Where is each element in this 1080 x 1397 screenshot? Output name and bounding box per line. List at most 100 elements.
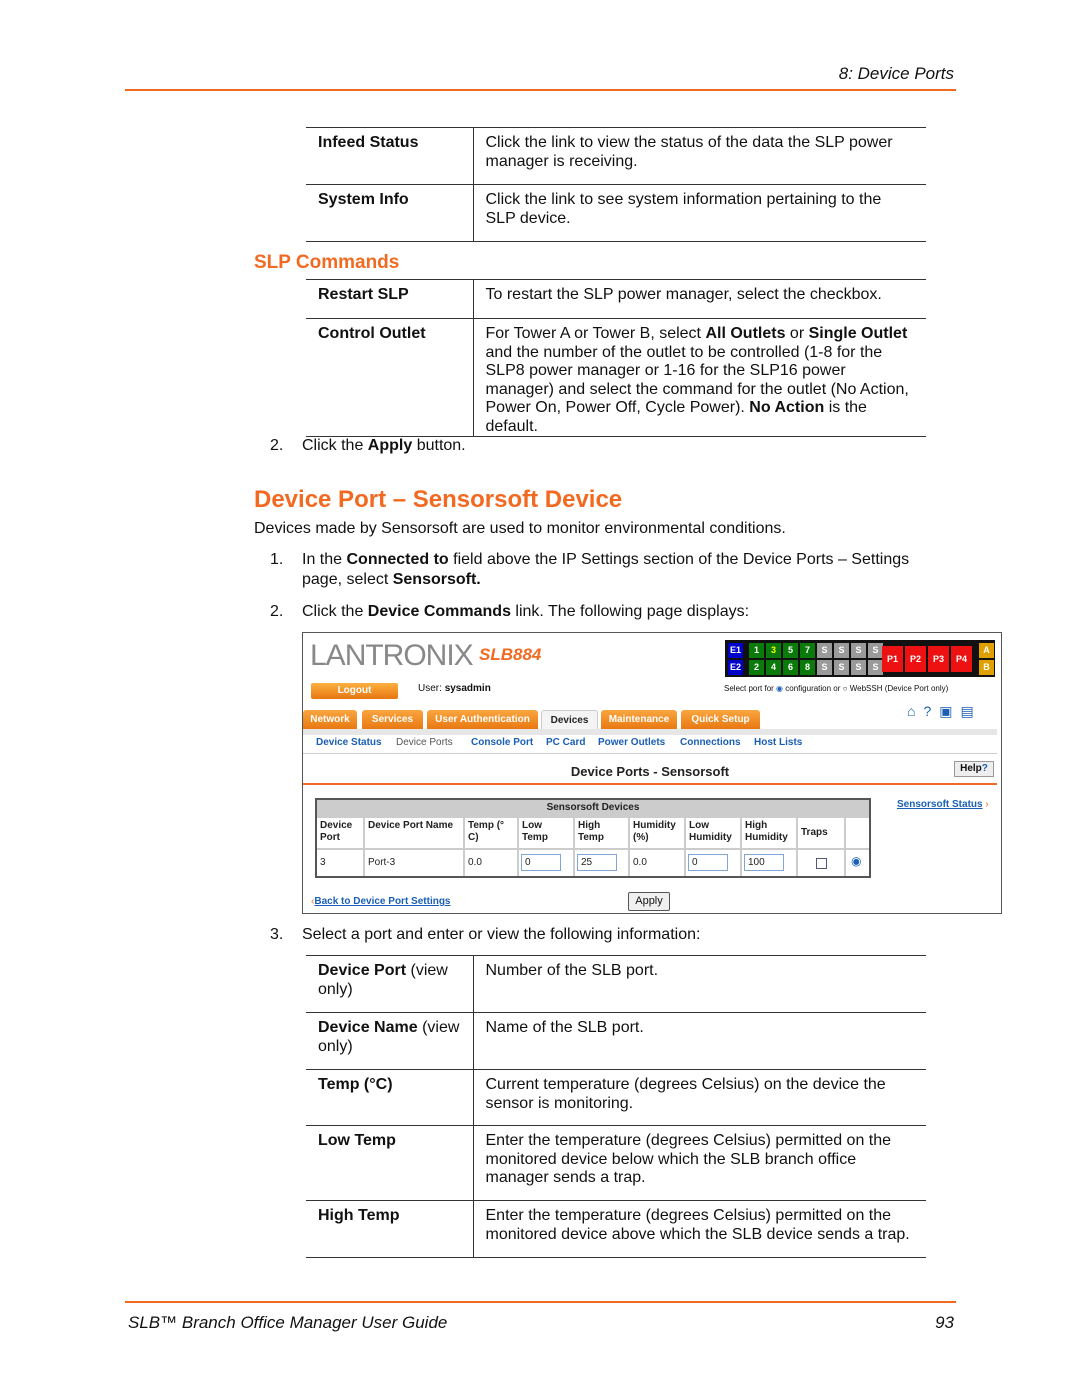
- low-humidity-input[interactable]: 0: [688, 854, 728, 871]
- back-link[interactable]: ‹Back to Device Port Settings: [311, 896, 451, 907]
- cell-low-humidity: 0: [686, 850, 740, 876]
- desc: Enter the temperature (degrees Celsius) …: [473, 1125, 926, 1201]
- port-s-indicator[interactable]: S: [851, 643, 866, 658]
- tab-quick-setup[interactable]: Quick Setup: [681, 710, 760, 730]
- subnav-pc-card[interactable]: PC Card: [546, 737, 585, 748]
- page-number: 93: [935, 1313, 954, 1332]
- help-button[interactable]: Help?: [954, 761, 994, 777]
- power-p2-indicator[interactable]: P2: [905, 646, 926, 672]
- divider: [303, 753, 997, 754]
- model-name: SLB884: [479, 645, 542, 664]
- subnav-host-lists[interactable]: Host Lists: [754, 737, 802, 748]
- cell-traps: [798, 850, 844, 876]
- column-header: High Humidity: [742, 818, 796, 848]
- power-p4-indicator[interactable]: P4: [951, 646, 972, 672]
- page-title: Device Ports - Sensorsoft: [570, 764, 730, 779]
- apply-button[interactable]: Apply: [628, 892, 670, 911]
- term: Device Port (view only): [306, 955, 474, 1013]
- table-title: Sensorsoft Devices: [317, 800, 869, 816]
- subnav-console-port[interactable]: Console Port: [471, 737, 533, 748]
- term: Low Temp: [306, 1125, 474, 1201]
- config-radio[interactable]: ◉: [776, 684, 783, 693]
- cell-select: ◉: [846, 850, 869, 876]
- port-8-indicator[interactable]: 8: [800, 660, 815, 675]
- tab-user-authentication[interactable]: User Authentication: [427, 710, 538, 730]
- cell-high-humidity: 100: [742, 850, 796, 876]
- port-s-indicator[interactable]: S: [868, 660, 883, 675]
- column-header: Traps: [798, 818, 844, 848]
- header-rule: [125, 89, 956, 91]
- power-p3-indicator[interactable]: P3: [928, 646, 949, 672]
- tab-devices[interactable]: Devices: [541, 710, 598, 730]
- traps-checkbox[interactable]: [816, 858, 827, 869]
- term: Temp (°C): [306, 1069, 474, 1126]
- port-3-indicator[interactable]: 3: [766, 643, 781, 658]
- desc: Click the link to see system information…: [473, 184, 926, 242]
- toolbar-icons: ⌂?▣▤: [907, 703, 982, 720]
- cell-temp: 0.0: [465, 850, 517, 876]
- port-1-indicator[interactable]: 1: [749, 643, 764, 658]
- subnav-device-status[interactable]: Device Status: [316, 737, 382, 748]
- column-header: Low Humidity: [686, 818, 740, 848]
- port-s-indicator[interactable]: S: [868, 643, 883, 658]
- cell-humidity: 0.0: [630, 850, 684, 876]
- high-temp-input[interactable]: 25: [577, 854, 617, 871]
- port-s-indicator[interactable]: S: [834, 643, 849, 658]
- footer-rule: [125, 1301, 956, 1303]
- port-s-indicator[interactable]: S: [817, 660, 832, 675]
- desc: Number of the SLB port.: [473, 955, 926, 1013]
- port-2-indicator[interactable]: 2: [749, 660, 764, 675]
- term: Device Name (view only): [306, 1012, 474, 1070]
- port-s-indicator[interactable]: S: [817, 643, 832, 658]
- section-title: Device Port – Sensorsoft Device: [254, 486, 623, 513]
- tab-band: [303, 729, 997, 735]
- term: High Temp: [306, 1200, 474, 1258]
- tab-network[interactable]: Network: [303, 710, 357, 730]
- power-p1-indicator[interactable]: P1: [882, 646, 903, 672]
- cell-port: 3: [317, 850, 363, 876]
- port-s-indicator[interactable]: S: [851, 660, 866, 675]
- port-status-panel: E1 1 3 5 7 S S S S E2 2 4 6 8 S S S S P1 P2 P3 P4 A B: [725, 640, 995, 677]
- port-e2-indicator[interactable]: E2: [728, 660, 743, 675]
- logout-button[interactable]: Logout: [311, 683, 398, 699]
- slp-commands-heading: SLP Commands: [254, 252, 400, 273]
- column-header: Device Port Name: [365, 818, 463, 848]
- home-icon[interactable]: ⌂: [907, 703, 923, 719]
- cell-high-temp: 25: [575, 850, 628, 876]
- help-icon[interactable]: ?: [923, 703, 939, 719]
- tower-b-indicator[interactable]: B: [979, 660, 994, 675]
- column-header: Device Port: [317, 818, 363, 848]
- subnav-power-outlets[interactable]: Power Outlets: [598, 737, 665, 748]
- status-table: Infeed Status Click the link to view the …: [306, 127, 926, 242]
- tab-maintenance[interactable]: Maintenance: [601, 710, 677, 730]
- high-humidity-input[interactable]: 100: [744, 854, 784, 871]
- cell-name: Port-3: [365, 850, 463, 876]
- port-s-indicator[interactable]: S: [834, 660, 849, 675]
- fields-table: Device Port (view only) Number of the SLB…: [306, 955, 926, 1258]
- sensorsoft-status-link[interactable]: Sensorsoft Status ›: [897, 799, 989, 810]
- port-6-indicator[interactable]: 6: [783, 660, 798, 675]
- tab-services[interactable]: Services: [362, 710, 423, 730]
- desc: Click the link to view the status of the…: [473, 127, 926, 185]
- term: Restart SLP: [306, 279, 474, 319]
- port-5-indicator[interactable]: 5: [783, 643, 798, 658]
- subnav-connections[interactable]: Connections: [680, 737, 741, 748]
- slp-commands-table: Restart SLP To restart the SLP power mana…: [306, 279, 926, 437]
- port-7-indicator[interactable]: 7: [800, 643, 815, 658]
- low-temp-input[interactable]: 0: [521, 854, 561, 871]
- tower-a-indicator[interactable]: A: [979, 643, 994, 658]
- webssh-radio[interactable]: ○: [843, 684, 848, 693]
- desc: To restart the SLP power manager, select…: [473, 279, 926, 319]
- footer-title: SLB™ Branch Office Manager User Guide: [128, 1313, 448, 1332]
- subnav-device-ports[interactable]: Device Ports: [396, 737, 453, 748]
- column-header: High Temp: [575, 818, 628, 848]
- port-4-indicator[interactable]: 4: [766, 660, 781, 675]
- port-e1-indicator[interactable]: E1: [728, 643, 743, 658]
- title-rule: [303, 783, 997, 785]
- port-select-radio[interactable]: ◉: [851, 855, 861, 867]
- user-info: User: sysadmin: [418, 683, 491, 694]
- log-icon[interactable]: ▤: [961, 703, 982, 719]
- column-header: Low Temp: [519, 818, 573, 848]
- network-icon[interactable]: ▣: [939, 703, 960, 719]
- sensorsoft-screenshot: LANTRONIX SLB884 E1 1 3 5 7 S S S S E2 2 4 6 8 S S S S P1 P…: [302, 632, 1002, 914]
